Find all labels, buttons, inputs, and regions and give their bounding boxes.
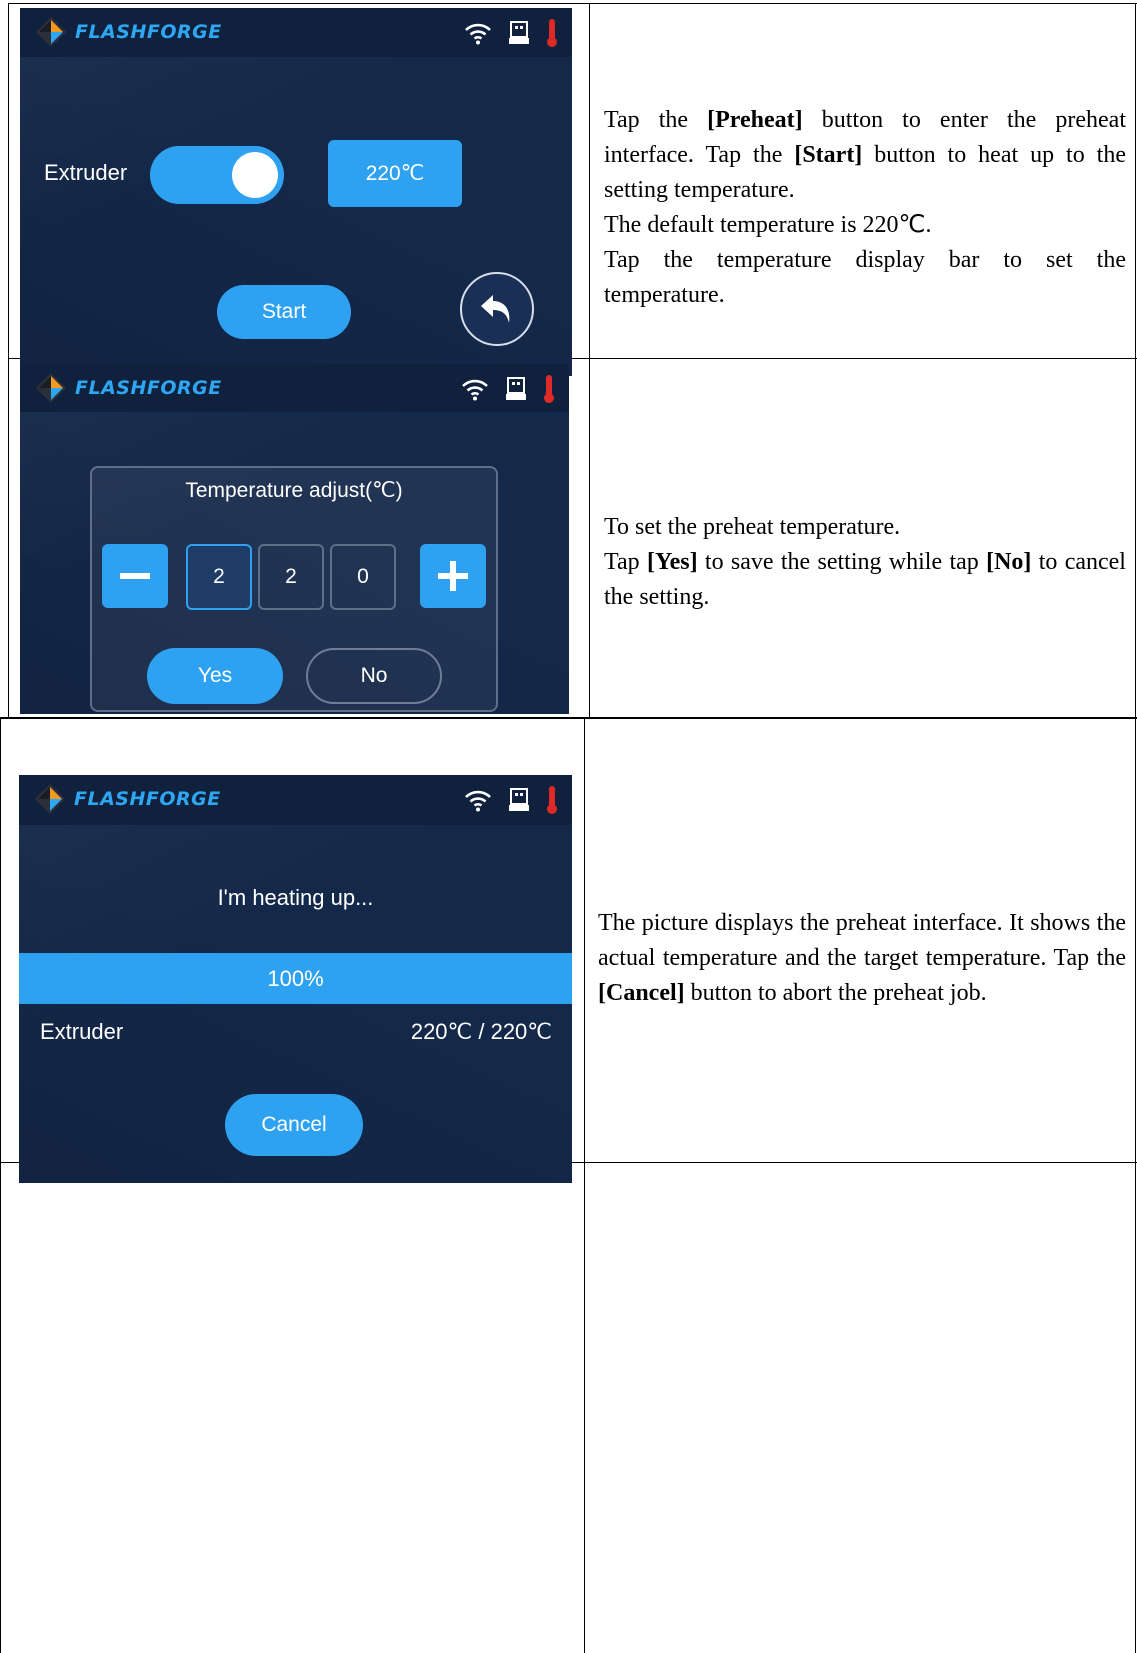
thermometer-icon: [546, 18, 558, 48]
cancel-button[interactable]: Cancel: [225, 1094, 363, 1156]
flashforge-logo-icon: [35, 784, 65, 814]
description-paragraph: The picture displays the preheat interfa…: [598, 906, 1126, 1011]
no-button[interactable]: No: [306, 648, 442, 704]
cancel-keyword: [Cancel]: [598, 980, 685, 1006]
text: button to abort the preheat job.: [684, 980, 987, 1006]
status-bar: FLASHFORGE: [19, 775, 572, 825]
progress-bar: 100%: [19, 953, 572, 1004]
extruder-label: Extruder: [40, 1019, 124, 1044]
yes-keyword: [Yes]: [646, 549, 698, 575]
no-keyword: [No]: [986, 549, 1032, 575]
digit-value: 2: [285, 565, 297, 588]
table-rule: [0, 717, 1137, 719]
no-button-label: No: [360, 664, 388, 687]
thermometer-icon: [543, 374, 555, 404]
wifi-icon: [461, 377, 489, 401]
temperature-value: 220℃: [365, 162, 425, 185]
description-paragraph: Tap [Yes] to save the setting while tap …: [604, 545, 1126, 615]
table-rule: [1135, 3, 1136, 1653]
toggle-knob: [232, 152, 278, 198]
text: Tap the: [604, 107, 708, 133]
digit-value: 2: [213, 565, 225, 588]
cancel-button-label: Cancel: [261, 1113, 327, 1136]
extruder-toggle[interactable]: [150, 146, 284, 204]
brand-name: FLASHFORGE: [75, 377, 222, 399]
temperature-readout: 220℃ / 220℃: [410, 1019, 552, 1044]
plus-icon: [438, 561, 468, 591]
back-arrow-icon: [481, 295, 510, 323]
text: Tap: [604, 549, 647, 575]
increase-button[interactable]: [420, 544, 486, 608]
wifi-icon: [464, 788, 492, 812]
table-rule: [8, 3, 9, 718]
digit-box[interactable]: 2: [258, 544, 324, 610]
description-paragraph: Tap the [Preheat] button to enter the pr…: [604, 103, 1126, 208]
decrease-button[interactable]: [102, 544, 168, 608]
preheat-screen: FLASHFORGE Extruder 220℃ Start: [20, 8, 572, 376]
brand: FLASHFORGE: [35, 372, 222, 404]
digit-box[interactable]: 2: [186, 544, 252, 610]
status-icons: [461, 375, 555, 403]
start-button-label: Start: [261, 300, 307, 323]
temperature-dialog: Temperature adjust(℃) 2 2 0 Yes No: [90, 466, 498, 712]
start-keyword: [Start]: [794, 142, 863, 168]
usb-icon: [508, 21, 530, 45]
progress-label: 100%: [267, 965, 324, 991]
status-icons: [464, 19, 558, 47]
text: to save the setting while tap: [697, 549, 987, 575]
status-bar: FLASHFORGE: [20, 364, 569, 412]
status-bar: FLASHFORGE: [20, 8, 572, 57]
description-paragraph: To set the preheat temperature.: [604, 514, 901, 540]
empty-cell: [585, 1163, 1135, 1653]
temperature-adjust-screen: FLASHFORGE Temperature adjust(℃) 2 2 0 Y…: [20, 364, 569, 714]
flashforge-logo-icon: [36, 17, 66, 47]
temperature-adjust-description: To set the preheat temperature. Tap [Yes…: [604, 510, 1126, 615]
heating-progress-screen: FLASHFORGE I'm heating up... 100% Extrud…: [19, 775, 572, 1183]
table-rule: [589, 3, 590, 718]
brand-name: FLASHFORGE: [75, 21, 222, 43]
minus-icon: [120, 573, 150, 579]
dialog-title: Temperature adjust(℃): [185, 479, 403, 502]
wifi-icon: [464, 21, 492, 45]
usb-icon: [508, 788, 530, 812]
heating-status: I'm heating up...: [217, 885, 374, 910]
description-paragraph: The default temperature is 220℃.: [604, 212, 932, 238]
usb-icon: [505, 377, 527, 401]
back-button[interactable]: [460, 272, 534, 346]
extruder-label: Extruder: [44, 160, 128, 185]
flashforge-logo-icon: [36, 373, 66, 403]
preheat-keyword: [Preheat]: [707, 107, 803, 133]
description-paragraph: Tap the temperature display bar to set t…: [604, 247, 1126, 308]
heating-description: The picture displays the preheat interfa…: [598, 906, 1126, 1011]
brand: FLASHFORGE: [35, 16, 222, 48]
brand: FLASHFORGE: [34, 783, 221, 815]
thermometer-icon: [546, 785, 558, 815]
yes-button-label: Yes: [197, 664, 233, 687]
status-icons: [464, 786, 558, 814]
yes-button[interactable]: Yes: [147, 648, 283, 704]
brand-name: FLASHFORGE: [74, 788, 221, 810]
digit-box[interactable]: 0: [330, 544, 396, 610]
temperature-display-button[interactable]: 220℃: [328, 140, 462, 207]
preheat-description: Tap the [Preheat] button to enter the pr…: [604, 103, 1126, 313]
table-rule: [8, 3, 1137, 4]
digit-value: 0: [357, 565, 369, 588]
empty-cell: [1, 1163, 584, 1653]
start-button[interactable]: Start: [217, 285, 351, 339]
text: The picture displays the preheat interfa…: [598, 910, 1126, 971]
